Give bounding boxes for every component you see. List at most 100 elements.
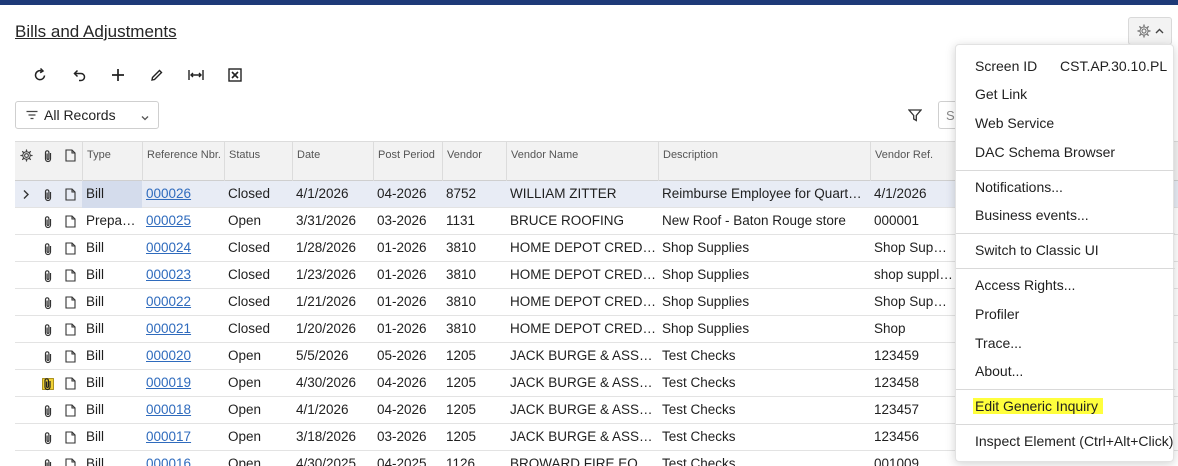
undo-icon: [71, 67, 87, 86]
note-icon[interactable]: [59, 424, 81, 451]
edit-button[interactable]: [137, 64, 176, 88]
menu-item-get-link[interactable]: Get Link: [975, 86, 1027, 102]
header-description[interactable]: Description: [658, 142, 870, 182]
cell-description: Test Checks: [662, 456, 736, 466]
paperclip-icon[interactable]: [37, 181, 59, 208]
cell-reference-nbr[interactable]: 000026: [142, 181, 224, 208]
column-settings-icon[interactable]: [15, 142, 37, 182]
cell-description: Shop Supplies: [662, 294, 750, 309]
cell-post-period: 03-2026: [377, 429, 427, 444]
menu-item-trace[interactable]: Trace...: [975, 335, 1022, 351]
menu-item-switch-classic-ui[interactable]: Switch to Classic UI: [975, 242, 1099, 258]
menu-item-access-rights[interactable]: Access Rights...: [975, 277, 1075, 293]
cell-date: 3/18/2026: [296, 429, 357, 444]
cell-status: Closed: [228, 294, 271, 309]
cell-vendor-ref: 000001: [874, 213, 920, 228]
filter-selected-label: All Records: [44, 107, 116, 123]
cell-vendor-name: HOME DEPOT CREDI…: [510, 267, 658, 282]
cell-reference-nbr[interactable]: 000020: [142, 343, 224, 370]
paperclip-icon[interactable]: [37, 343, 59, 370]
note-icon[interactable]: [59, 235, 81, 262]
menu-item-about[interactable]: About...: [975, 363, 1023, 379]
cell-post-period: 04-2026: [377, 186, 427, 201]
note-icon[interactable]: [59, 316, 81, 343]
note-icon[interactable]: [59, 208, 81, 235]
cell-description: Shop Supplies: [662, 240, 750, 255]
header-vendor[interactable]: Vendor: [442, 142, 506, 182]
note-icon[interactable]: [59, 397, 81, 424]
cell-type: Bill: [86, 348, 105, 363]
cell-vendor-name: BROWARD FIRE EQUI…: [510, 456, 658, 466]
cell-type: Bill: [86, 321, 105, 336]
cell-vendor-name: WILLIAM ZITTER: [510, 186, 617, 201]
menu-item-edit-generic-inquiry[interactable]: Edit Generic Inquiry: [973, 398, 1103, 414]
cell-vendor-ref: 123456: [874, 429, 920, 444]
cell-post-period: 01-2026: [377, 321, 427, 336]
cell-reference-nbr[interactable]: 000019: [142, 370, 224, 397]
header-reference-nbr[interactable]: Reference Nbr.: [142, 142, 224, 182]
note-icon[interactable]: [59, 343, 81, 370]
page-title[interactable]: Bills and Adjustments: [15, 22, 177, 42]
menu-item-dac-schema-browser[interactable]: DAC Schema Browser: [975, 144, 1115, 160]
funnel-icon[interactable]: [907, 109, 923, 125]
cell-post-period: 05-2026: [377, 348, 427, 363]
add-button[interactable]: [98, 64, 137, 88]
paperclip-highlighted-icon[interactable]: [37, 370, 59, 397]
cell-reference-nbr[interactable]: 000024: [142, 235, 224, 262]
cell-reference-nbr[interactable]: 000017: [142, 424, 224, 451]
header-date[interactable]: Date: [292, 142, 373, 182]
cell-vendor-name: HOME DEPOT CREDI…: [510, 321, 658, 336]
menu-item-notifications[interactable]: Notifications...: [975, 179, 1063, 195]
note-icon[interactable]: [59, 262, 81, 289]
undo-button[interactable]: [59, 64, 98, 88]
screen-settings-button[interactable]: [1128, 17, 1172, 45]
paperclip-icon[interactable]: [37, 262, 59, 289]
cell-type: Bill: [86, 267, 105, 282]
cell-reference-nbr[interactable]: 000018: [142, 397, 224, 424]
cell-status: Open: [228, 348, 262, 363]
paperclip-icon[interactable]: [37, 235, 59, 262]
menu-item-business-events[interactable]: Business events...: [975, 207, 1089, 223]
menu-item-profiler[interactable]: Profiler: [975, 306, 1019, 322]
cell-vendor-name: JACK BURGE & ASSO…: [510, 348, 658, 363]
cell-post-period: 01-2026: [377, 267, 427, 282]
menu-item-web-service[interactable]: Web Service: [975, 115, 1054, 131]
fit-columns-icon: [187, 67, 205, 86]
fit-columns-button[interactable]: [176, 64, 215, 88]
paperclip-icon[interactable]: [37, 397, 59, 424]
header-type[interactable]: Type: [82, 142, 142, 182]
header-post-period[interactable]: Post Period: [373, 142, 442, 182]
paperclip-icon[interactable]: [37, 451, 59, 466]
records-filter-select[interactable]: All Records: [15, 101, 159, 129]
cell-vendor-ref: 123457: [874, 402, 920, 417]
header-vendor-name[interactable]: Vendor Name: [506, 142, 658, 182]
header-status[interactable]: Status: [224, 142, 292, 182]
paperclip-icon[interactable]: [37, 316, 59, 343]
note-header-icon: [59, 142, 81, 182]
paperclip-icon[interactable]: [37, 208, 59, 235]
cell-vendor: 3810: [446, 240, 477, 255]
cell-reference-nbr[interactable]: 000016: [142, 451, 224, 466]
menu-item-screen-id[interactable]: Screen ID: [975, 58, 1037, 74]
cell-vendor: 3810: [446, 267, 477, 282]
pencil-icon: [149, 67, 165, 86]
export-excel-button[interactable]: [215, 64, 254, 88]
cell-vendor: 8752: [446, 186, 477, 201]
cell-reference-nbr[interactable]: 000023: [142, 262, 224, 289]
paperclip-icon[interactable]: [37, 289, 59, 316]
menu-item-inspect-element[interactable]: Inspect Element (Ctrl+Alt+Click): [975, 433, 1173, 449]
cell-status: Closed: [228, 240, 271, 255]
cell-date: 4/1/2026: [296, 402, 349, 417]
cell-status: Open: [228, 375, 262, 390]
expand-row-icon[interactable]: [15, 181, 37, 208]
note-icon[interactable]: [59, 451, 81, 466]
cell-reference-nbr[interactable]: 000022: [142, 289, 224, 316]
note-icon[interactable]: [59, 181, 81, 208]
paperclip-icon[interactable]: [37, 424, 59, 451]
refresh-button[interactable]: [20, 64, 59, 88]
note-icon[interactable]: [59, 370, 81, 397]
cell-reference-nbr[interactable]: 000025: [142, 208, 224, 235]
note-icon[interactable]: [59, 289, 81, 316]
cell-description: New Roof - Baton Rouge store: [662, 213, 846, 228]
cell-reference-nbr[interactable]: 000021: [142, 316, 224, 343]
